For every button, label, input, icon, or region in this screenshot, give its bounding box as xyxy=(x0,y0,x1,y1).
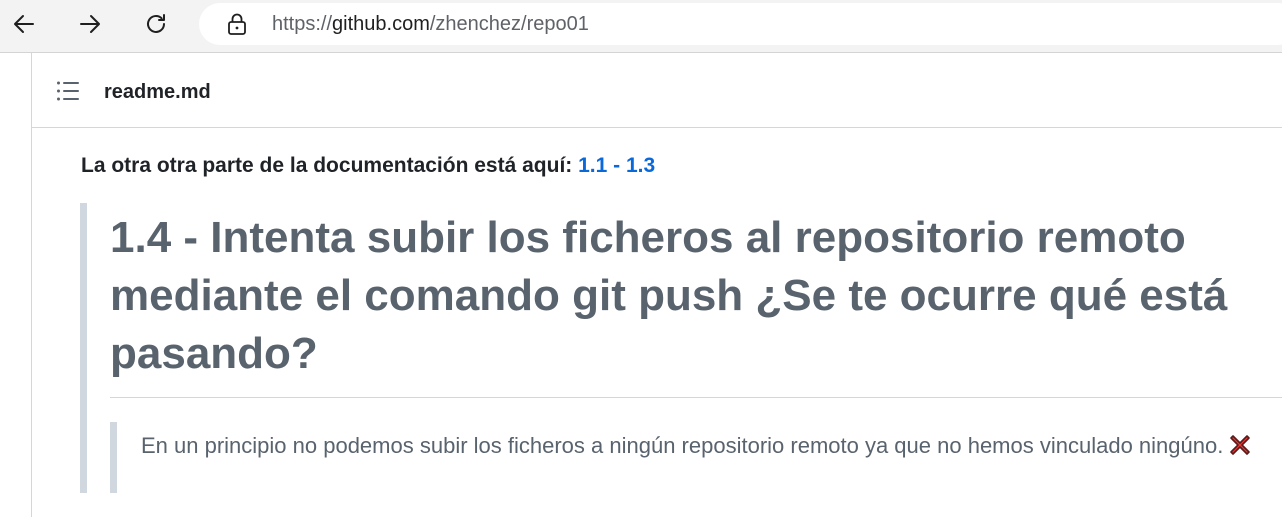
reload-icon xyxy=(147,14,165,33)
file-name: readme.md xyxy=(104,81,211,103)
back-button[interactable] xyxy=(4,6,44,42)
answer-text: En un principio no podemos subir los fic… xyxy=(141,433,1224,458)
page-content: readme.md La otra otra parte de la docum… xyxy=(0,53,1282,517)
browser-toolbar: https://github.com/zhenchez/repo01 xyxy=(0,0,1282,53)
nested-blockquote-bar xyxy=(110,422,117,493)
section-heading: 1.4 - Intenta subir los ficheros al repo… xyxy=(110,213,1228,378)
address-bar[interactable]: https://github.com/zhenchez/repo01 xyxy=(199,3,1282,45)
forward-button[interactable] xyxy=(70,6,110,42)
heading-divider xyxy=(110,397,1282,398)
url-text[interactable]: https://github.com/zhenchez/repo01 xyxy=(272,13,589,35)
intro-text: La otra otra parte de la documentación e… xyxy=(81,154,573,177)
url-host: github.com xyxy=(332,13,430,35)
file-header: readme.md xyxy=(32,53,1282,128)
list-icon[interactable] xyxy=(56,80,80,102)
reload-button[interactable] xyxy=(136,6,176,42)
cross-mark-icon xyxy=(1230,435,1251,455)
arrow-left-icon xyxy=(14,15,34,33)
answer-paragraph: En un principio no podemos subir los fic… xyxy=(141,427,1261,464)
url-path: /zhenchez/repo01 xyxy=(429,13,589,35)
url-scheme: https:// xyxy=(272,13,333,35)
arrow-right-icon xyxy=(80,15,100,33)
docs-link[interactable]: 1.1 - 1.3 xyxy=(578,154,655,177)
intro-paragraph: La otra otra parte de la documentación e… xyxy=(81,153,655,179)
lock-icon[interactable] xyxy=(227,13,247,35)
blockquote-bar xyxy=(80,203,87,493)
